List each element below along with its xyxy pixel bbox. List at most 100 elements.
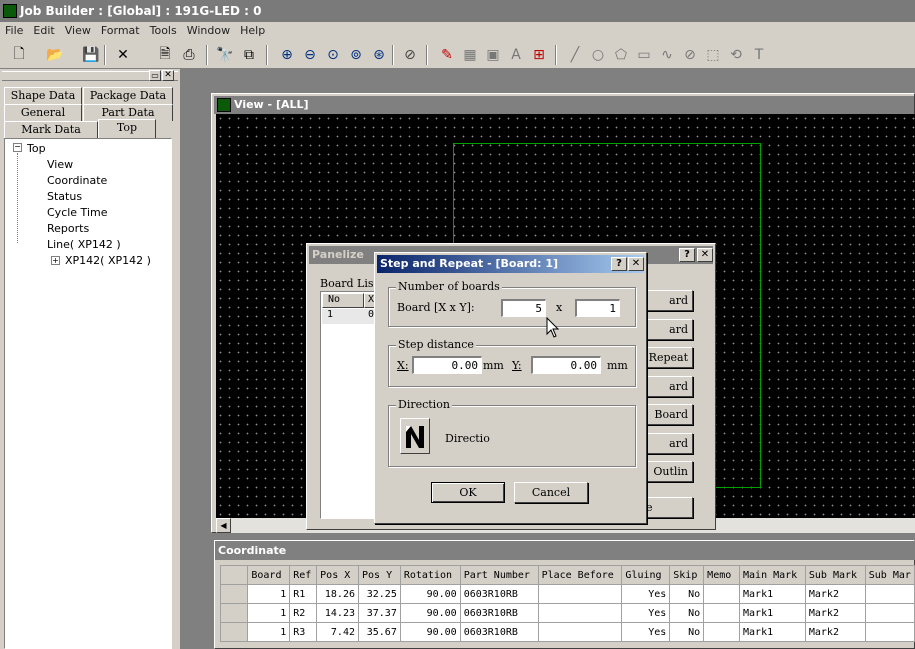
cell-pos-y[interactable]: 37.37 [358, 603, 401, 623]
tree-node-view[interactable]: View [47, 158, 73, 171]
panel-close-icon[interactable]: ✕ [162, 70, 174, 81]
cell-skip[interactable]: No [669, 622, 705, 642]
cell-sub-mark[interactable]: Mark2 [804, 622, 866, 642]
col-header-sub-mark-2[interactable]: Sub Mar [864, 565, 915, 585]
list-item[interactable]: 1 0 [322, 309, 380, 324]
cell-main-mark[interactable]: Mark1 [739, 603, 806, 623]
cell-place-before[interactable] [537, 622, 623, 642]
print-icon[interactable]: ⎙ [178, 44, 200, 66]
tab-mark-data[interactable]: Mark Data [4, 121, 98, 138]
cell-ref[interactable]: R1 [289, 584, 318, 604]
cell-skip[interactable]: No [669, 603, 705, 623]
cell-gluing[interactable]: Yes [621, 622, 671, 642]
cell-pos-x[interactable]: 18.26 [316, 584, 359, 604]
zoom-all-icon[interactable]: ⊛ [368, 44, 390, 66]
panelize-help-icon[interactable]: ? [679, 248, 695, 262]
cell-rotation[interactable]: 90.00 [399, 622, 461, 642]
col-header-main-mark[interactable]: Main Mark [739, 565, 806, 585]
tree-node-top[interactable]: Top [27, 142, 46, 155]
close-icon[interactable]: ✕ [628, 257, 644, 271]
cell-rotation[interactable]: 90.00 [399, 584, 461, 604]
row-header[interactable] [219, 584, 249, 604]
col-header-rotation[interactable]: Rotation [399, 565, 461, 585]
cell-gluing[interactable]: Yes [621, 603, 671, 623]
board-y-input[interactable]: 1 [575, 299, 620, 317]
zoom-out-icon[interactable]: ⊖ [299, 44, 321, 66]
col-header-skip[interactable]: Skip [669, 565, 705, 585]
collapse-icon[interactable]: − [13, 143, 22, 152]
tree-node-line[interactable]: Line( XP142 ) [47, 238, 121, 251]
cell-pos-x[interactable]: 14.23 [316, 603, 359, 623]
tab-shape-data[interactable]: Shape Data [4, 87, 82, 104]
curve-icon[interactable]: ∿ [656, 44, 678, 66]
square-icon[interactable]: ⬚ [702, 44, 724, 66]
row-header[interactable] [219, 603, 249, 623]
rotate-icon[interactable]: ⟲ [725, 44, 747, 66]
cell-sub-mark[interactable]: Mark2 [804, 584, 866, 604]
col-header-pos-y[interactable]: Pos Y [358, 565, 401, 585]
menu-tools[interactable]: Tools [145, 22, 182, 39]
open-folder-icon[interactable]: 📂 [44, 44, 66, 66]
grid-icon[interactable]: ▦ [459, 44, 481, 66]
delete-icon[interactable]: ✕ [112, 44, 134, 66]
ok-button[interactable]: OK [431, 482, 505, 503]
board-list-col-no[interactable]: No [322, 293, 364, 308]
step-repeat-title-bar[interactable]: Step and Repeat - [Board: 1] ? ✕ [377, 255, 644, 273]
line-icon[interactable]: ╱ [564, 44, 586, 66]
print-preview-icon[interactable]: 🗎 [154, 44, 176, 66]
tab-top[interactable]: Top [98, 119, 156, 138]
cell-skip[interactable]: No [669, 584, 705, 604]
zoom-window-icon[interactable]: ⊚ [345, 44, 367, 66]
menu-view[interactable]: View [60, 22, 96, 39]
cell-gluing[interactable]: Yes [621, 584, 671, 604]
crosshair-grid-icon[interactable]: ⊞ [528, 44, 550, 66]
zoom-fit-icon[interactable]: ⊙ [322, 44, 344, 66]
text-box-icon[interactable]: ▣ [482, 44, 504, 66]
cell-sub-mark-2[interactable] [864, 603, 915, 623]
cell-pos-y[interactable]: 32.25 [358, 584, 401, 604]
scroll-left-icon[interactable]: ◀ [216, 518, 231, 533]
rectangle-icon[interactable]: ▭ [633, 44, 655, 66]
table-row[interactable]: 1 R1 18.26 32.25 90.00 0603R10RB Yes No … [219, 584, 915, 604]
cell-ref[interactable]: R2 [289, 603, 318, 623]
cell-memo[interactable] [703, 603, 741, 623]
cell-part-number[interactable]: 0603R10RB [459, 603, 539, 623]
tree-node-coordinate[interactable]: Coordinate [47, 174, 107, 187]
cell-part-number[interactable]: 0603R10RB [459, 584, 539, 604]
cell-place-before[interactable] [537, 584, 623, 604]
view-window-title-bar[interactable]: View - [ALL] [214, 96, 914, 114]
step-x-input[interactable]: 0.00 [412, 356, 482, 374]
save-icon[interactable]: 💾 [80, 44, 102, 66]
cell-pos-y[interactable]: 35.67 [358, 622, 401, 642]
text-icon[interactable]: T [748, 44, 770, 66]
col-header-part-number[interactable]: Part Number [459, 565, 539, 585]
col-header-memo[interactable]: Memo [703, 565, 741, 585]
step-y-input[interactable]: 0.00 [531, 356, 601, 374]
cell-main-mark[interactable]: Mark1 [739, 622, 806, 642]
cell-pos-x[interactable]: 7.42 [316, 622, 359, 642]
table-row[interactable]: 1 R2 14.23 37.37 90.00 0603R10RB Yes No … [219, 603, 915, 623]
panel-restore-icon[interactable]: ▭ [149, 70, 161, 81]
tree-node-status[interactable]: Status [47, 190, 82, 203]
circle-slash-icon[interactable]: ⊘ [679, 44, 701, 66]
cell-ref[interactable]: R3 [289, 622, 318, 642]
select-icon[interactable]: ✎ [436, 44, 458, 66]
direction-button[interactable] [400, 418, 430, 454]
polygon-icon[interactable]: ⬠ [610, 44, 632, 66]
cell-part-number[interactable]: 0603R10RB [459, 622, 539, 642]
cell-sub-mark[interactable]: Mark2 [804, 603, 866, 623]
new-file-icon[interactable]: 🗋 [8, 44, 30, 66]
cancel-button[interactable]: Cancel [514, 482, 588, 503]
cell-board[interactable]: 1 [247, 603, 291, 623]
col-header-gluing[interactable]: Gluing [621, 565, 671, 585]
zoom-in-icon[interactable]: ⊕ [276, 44, 298, 66]
help-icon[interactable]: ? [611, 257, 627, 271]
cell-sub-mark-2[interactable] [864, 622, 915, 642]
zoom-previous-icon[interactable]: ⊘ [399, 44, 421, 66]
expand-icon[interactable]: + [51, 256, 60, 265]
table-row[interactable]: 1 R3 7.42 35.67 90.00 0603R10RB Yes No M… [219, 622, 915, 642]
board-list[interactable]: No X 1 0 [320, 291, 380, 519]
cell-memo[interactable] [703, 584, 741, 604]
col-header-board[interactable]: Board [247, 565, 291, 585]
cell-board[interactable]: 1 [247, 584, 291, 604]
